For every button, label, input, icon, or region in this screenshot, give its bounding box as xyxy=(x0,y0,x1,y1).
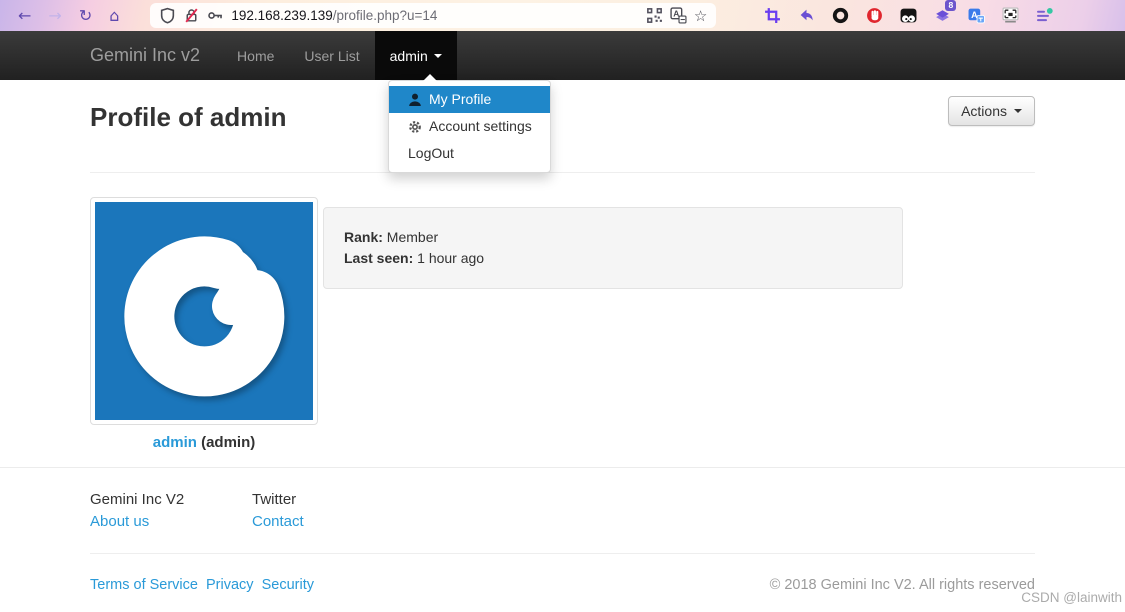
chevron-down-icon xyxy=(1014,109,1022,113)
footer-column-social: Twitter Contact xyxy=(252,491,414,530)
tampermonkey-icon[interactable] xyxy=(900,7,917,24)
footer-heading: Gemini Inc V2 xyxy=(90,491,185,508)
url-host: 192.168.239.139 xyxy=(231,8,333,23)
legal-links: Terms of Service Privacy Security xyxy=(90,577,318,593)
nav-item-user-list[interactable]: User List xyxy=(289,31,374,80)
header-divider xyxy=(90,172,1035,173)
admin-menu-label: admin xyxy=(389,47,428,64)
back-icon[interactable]: ← xyxy=(18,7,31,24)
terms-link[interactable]: Terms of Service xyxy=(90,577,198,593)
wappalyzer-icon[interactable]: 8 xyxy=(934,0,957,24)
url-path: /profile.php?u=14 xyxy=(332,8,438,23)
menu-item-logout[interactable]: LogOut xyxy=(389,140,550,167)
contact-link[interactable]: Contact xyxy=(252,513,304,530)
menu-item-label: LogOut xyxy=(408,145,454,161)
copyright-text: © 2018 Gemini Inc V2. All rights reserve… xyxy=(769,577,1035,593)
nav-item-home[interactable]: Home xyxy=(222,31,289,80)
nav-item-admin-menu[interactable]: admin xyxy=(374,31,457,80)
footer-column-company: Gemini Inc V2 About us xyxy=(90,491,252,530)
menu-item-my-profile[interactable]: My Profile xyxy=(389,86,550,113)
avatar-caption: admin (admin) xyxy=(90,434,318,451)
user-icon xyxy=(409,93,421,106)
browser-toolbar: ← → ↻ ⌂ 192.168.239.139/profile.php?u=14 xyxy=(0,0,1125,31)
avatar-frame xyxy=(90,197,318,425)
forward-icon[interactable]: → xyxy=(48,7,61,24)
about-us-link[interactable]: About us xyxy=(90,513,149,530)
rank-label: Rank: xyxy=(344,229,383,245)
footer-heading: Twitter xyxy=(252,491,297,508)
translate-page-icon[interactable]: A xyxy=(670,7,687,24)
translate-extension-icon[interactable]: A xyxy=(968,7,986,24)
last-seen-label: Last seen: xyxy=(344,250,414,266)
menu-icon[interactable] xyxy=(1036,7,1054,24)
profile-info-panel: Rank: Member Last seen: 1 hour ago xyxy=(323,207,903,289)
url-bar[interactable]: 192.168.239.139/profile.php?u=14 A ☆ xyxy=(150,3,717,28)
reload-icon[interactable]: ↻ xyxy=(79,7,92,24)
scanner-icon[interactable] xyxy=(1002,7,1019,24)
privacy-link[interactable]: Privacy xyxy=(206,577,254,593)
footer-divider xyxy=(90,553,1035,554)
dark-ring-icon[interactable] xyxy=(832,7,849,24)
username-link[interactable]: admin xyxy=(153,434,197,451)
power-button-glyph xyxy=(124,236,285,397)
menu-item-account-settings[interactable]: Account settings xyxy=(389,113,550,140)
bookmark-star-icon[interactable]: ☆ xyxy=(694,7,707,25)
chevron-down-icon xyxy=(433,53,442,58)
site-footer: Gemini Inc V2 About us Twitter Contact T… xyxy=(0,467,1125,612)
rank-row: Rank: Member xyxy=(344,227,882,248)
navbar-brand[interactable]: Gemini Inc v2 xyxy=(90,45,200,66)
avatar xyxy=(95,202,313,420)
extension-badge: 8 xyxy=(945,0,957,11)
rank-value: Member xyxy=(386,229,439,245)
menu-item-label: My Profile xyxy=(429,91,492,107)
username-suffix: (admin) xyxy=(201,434,256,451)
last-seen-row: Last seen: 1 hour ago xyxy=(344,248,882,269)
actions-button-label: Actions xyxy=(961,103,1007,119)
undo-arrow-icon[interactable] xyxy=(798,7,815,24)
home-icon[interactable]: ⌂ xyxy=(109,7,119,24)
lock-disabled-icon[interactable] xyxy=(183,7,200,24)
block-hand-icon[interactable] xyxy=(866,7,883,24)
main-content: Profile of admin Actions admin (admin) R… xyxy=(0,80,1125,451)
watermark: CSDN @lainwith xyxy=(1021,590,1122,605)
page-title: Profile of admin xyxy=(90,102,287,132)
url-text[interactable]: 192.168.239.139/profile.php?u=14 xyxy=(231,8,639,23)
screenshot-crop-icon[interactable] xyxy=(764,7,781,24)
key-icon[interactable] xyxy=(207,7,224,24)
avatar-column: admin (admin) xyxy=(90,197,323,451)
user-dropdown-menu: My Profile Account settings LogOut xyxy=(388,74,551,173)
actions-button[interactable]: Actions xyxy=(948,96,1035,126)
security-link[interactable]: Security xyxy=(262,577,314,593)
shield-icon[interactable] xyxy=(159,7,176,24)
extension-icons: 8 A xyxy=(764,0,1054,24)
screen: ← → ↻ ⌂ 192.168.239.139/profile.php?u=14 xyxy=(0,0,1125,612)
last-seen-value: 1 hour ago xyxy=(417,250,485,266)
gear-icon xyxy=(409,120,421,133)
menu-item-label: Account settings xyxy=(429,118,532,134)
site-navbar: Gemini Inc v2 Home User List admin xyxy=(0,31,1125,80)
qr-code-icon[interactable] xyxy=(646,7,663,24)
